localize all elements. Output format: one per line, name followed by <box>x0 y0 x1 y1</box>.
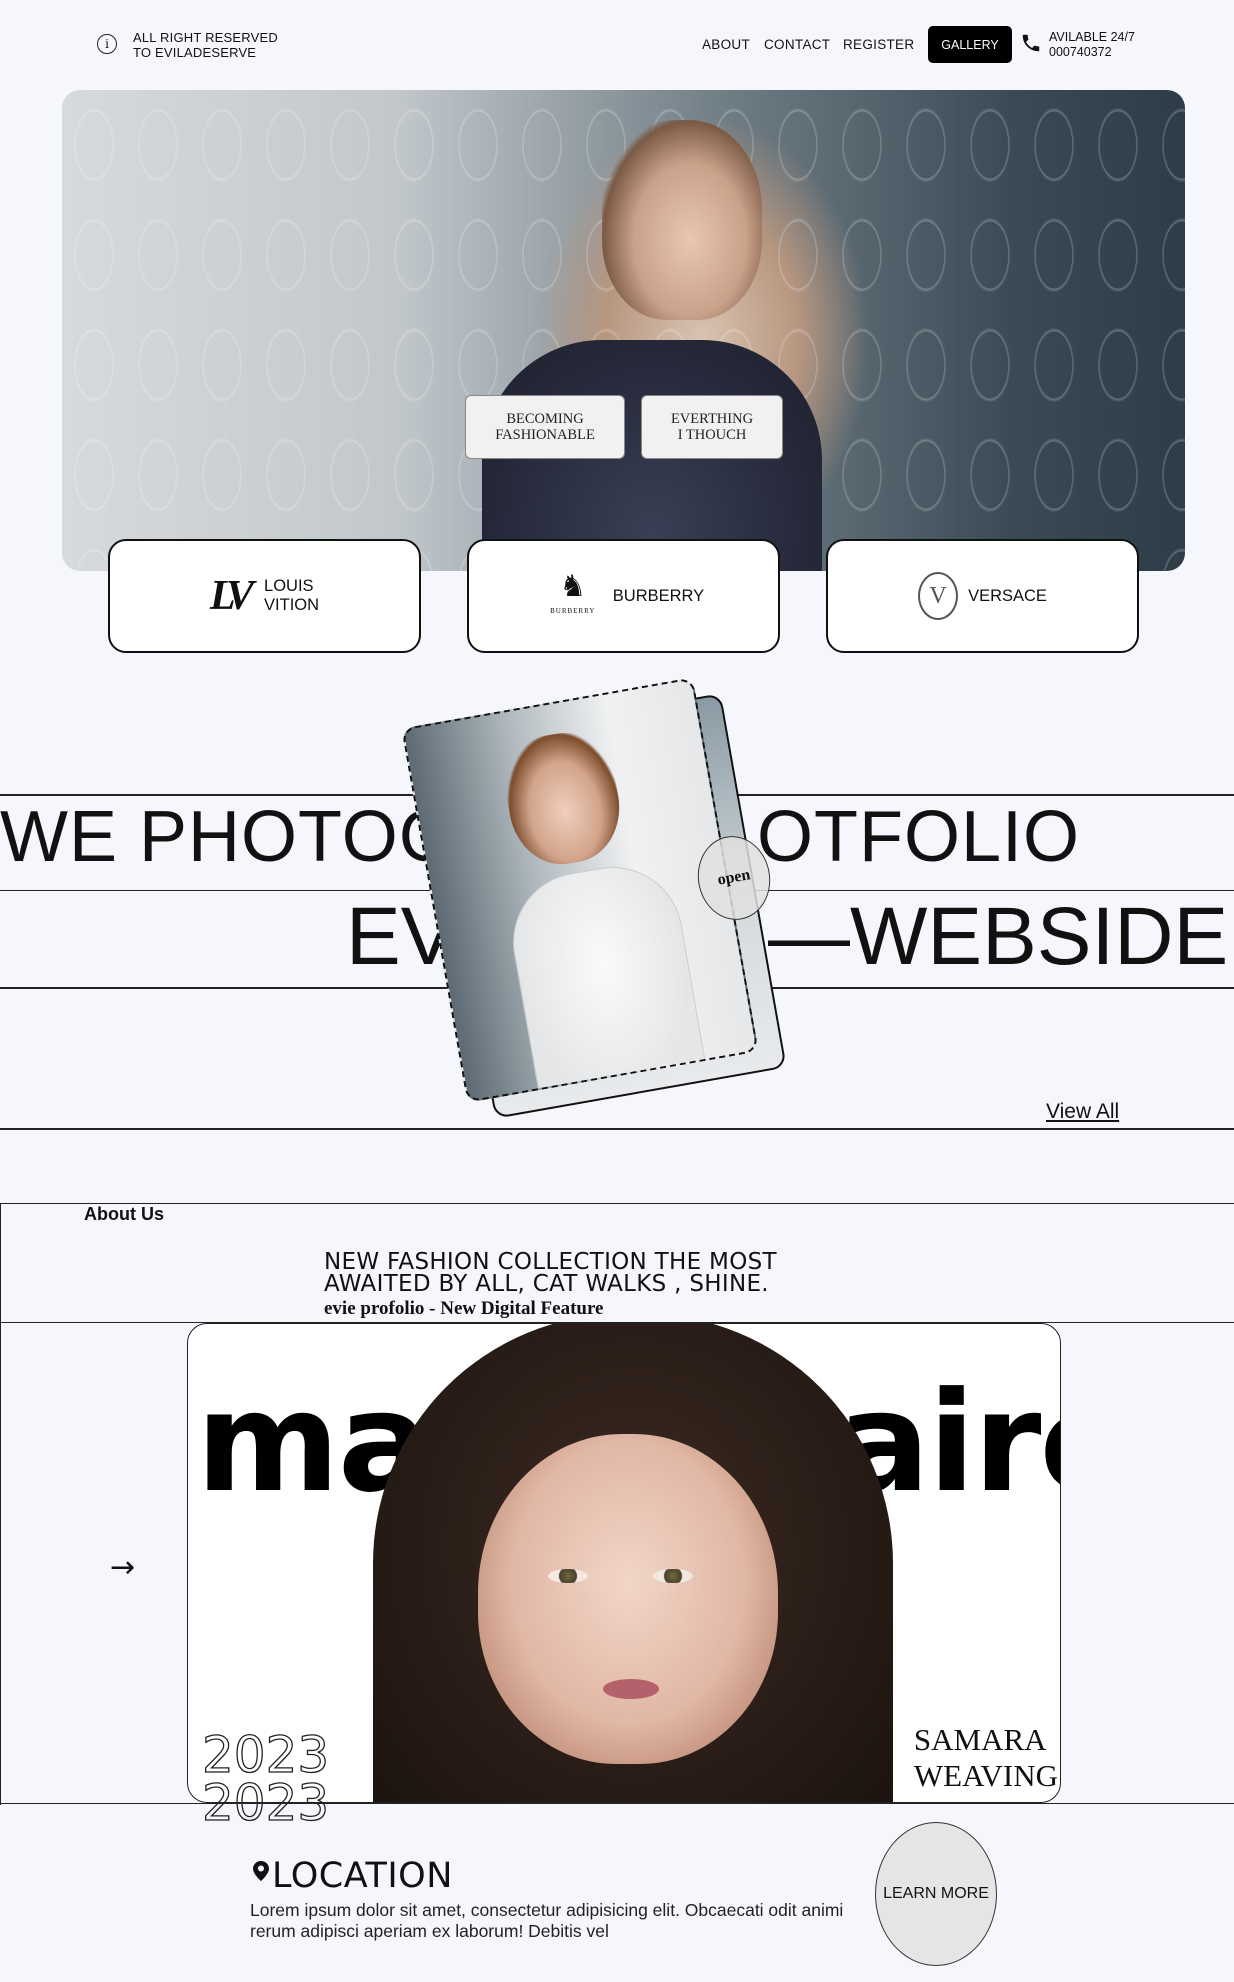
marquee-line2-right: —WEBSIDE <box>768 891 1229 982</box>
left-border <box>0 1203 1 1805</box>
hero-button2-line1: EVERTHING <box>670 411 754 427</box>
about-title-line1: NEW FASHION COLLECTION THE MOST <box>324 1249 777 1275</box>
brand-name: BURBERRY <box>612 586 705 605</box>
brand-card-louis-vuitton[interactable]: LV LOUIS VITION <box>108 539 421 653</box>
model-name: SAMARA WEAVING <box>914 1722 1058 1794</box>
knight-icon: ♞ <box>559 569 587 603</box>
availability-line-1: AVILABLE 24/7 <box>1049 30 1135 44</box>
brand-name-line2: VITION <box>264 596 320 614</box>
versace-medusa-logo: V <box>918 572 959 620</box>
model-eye-left <box>548 1569 588 1583</box>
nav-register[interactable]: REGISTER <box>843 37 914 52</box>
availability-text: AVILABLE 24/7 000740372 <box>1049 30 1135 60</box>
year-outline: 2023 <box>201 1726 330 1784</box>
info-icon: i <box>97 34 117 54</box>
model-eye-right <box>653 1569 693 1583</box>
marquee-line1-left: WE PHOTOG <box>0 797 456 877</box>
hero-button1-line2: FASHIONABLE <box>495 427 595 443</box>
brand-card-versace[interactable]: V VERSACE <box>826 539 1139 653</box>
photo-model-head <box>497 725 629 873</box>
burberry-logo: ♞ BURBERRY <box>543 569 603 621</box>
model-first-name: SAMARA <box>913 1722 1047 1757</box>
divider <box>0 1803 1234 1804</box>
phone-number: 000740372 <box>1049 45 1112 59</box>
divider <box>0 1128 1234 1130</box>
arrow-right-icon[interactable]: → <box>110 1550 135 1585</box>
brand-name: VERSACE <box>968 586 1047 605</box>
gallery-button[interactable]: GALLERY <box>928 26 1012 63</box>
marquee-line1-right: OTFOLIO <box>757 797 1081 877</box>
hero-button1-line1: BECOMING <box>506 411 584 427</box>
nav-about[interactable]: ABOUT <box>702 37 750 52</box>
model-face <box>478 1434 778 1764</box>
location-title: LOCATION <box>272 1856 453 1896</box>
location-text: Lorem ipsum dolor sit amet, consectetur … <box>250 1900 844 1941</box>
about-title: NEW FASHION COLLECTION THE MOST AWAITED … <box>324 1249 777 1297</box>
hero-model-head <box>602 120 762 320</box>
hero-image <box>62 90 1185 571</box>
model-lips <box>603 1679 659 1699</box>
copyright-text: ALL RIGHT RESERVED TO EVILADESERVE <box>133 30 278 60</box>
hero-button2-line2: I THOUCH <box>677 427 747 443</box>
about-title-line2: AWAITED BY ALL, CAT WALKS , SHINE. <box>324 1271 769 1297</box>
copyright-line-2: TO EVILADESERVE <box>133 45 257 60</box>
louis-vuitton-logo: LV <box>209 572 254 619</box>
divider <box>0 1203 1234 1204</box>
copyright-line-1: ALL RIGHT RESERVED <box>133 30 278 45</box>
burberry-logo-text: BURBERRY <box>550 606 596 615</box>
brand-name-line1: LOUIS <box>264 577 314 595</box>
becoming-fashionable-button[interactable]: BECOMING FASHIONABLE <box>465 395 625 459</box>
model-last-name: WEAVING <box>913 1758 1058 1793</box>
phone-icon <box>1022 34 1040 52</box>
about-us-label: About Us <box>84 1204 164 1224</box>
location-pin-icon <box>253 1861 269 1881</box>
about-subtitle: evie profolio - New Digital Feature <box>324 1298 604 1319</box>
everything-i-touch-button[interactable]: EVERTHING I THOUCH <box>641 395 783 459</box>
brand-card-burberry[interactable]: ♞ BURBERRY BURBERRY <box>467 539 780 653</box>
view-all-link[interactable]: View All <box>1046 1100 1119 1124</box>
nav-contact[interactable]: CONTACT <box>764 37 830 52</box>
learn-more-button[interactable]: LEARN MORE <box>875 1822 997 1966</box>
